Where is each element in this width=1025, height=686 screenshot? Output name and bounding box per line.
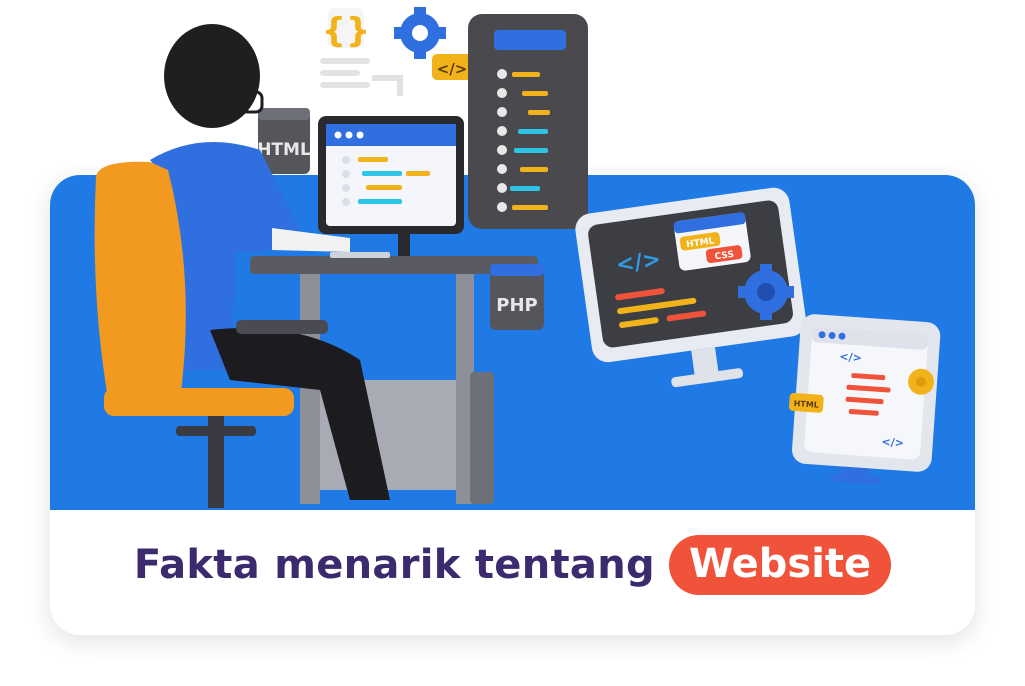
code-symbol-small: </> <box>839 350 862 365</box>
banner-title: Fakta menarik tentang Website <box>0 520 1025 610</box>
title-highlight-pill: Website <box>668 535 892 595</box>
code-icon: </> <box>432 54 472 80</box>
braces-icon: {} <box>322 8 370 51</box>
braces-symbol: {} <box>322 11 370 51</box>
php-tag-panel: PHP <box>490 264 544 330</box>
gear-icon <box>394 7 446 59</box>
code-symbol: </> <box>437 60 468 78</box>
code-symbol-small-2: </> <box>881 435 904 450</box>
html-tag-label: HTML <box>257 140 311 160</box>
code-window-small: </> </> HTML <box>788 314 941 485</box>
html-badge-small: HTML <box>793 399 819 410</box>
code-panel-tall <box>468 14 588 229</box>
main-monitor <box>318 116 464 256</box>
title-main-text: Fakta menarik tentang <box>133 542 655 588</box>
floating-lines <box>320 58 403 96</box>
php-tag-label: PHP <box>496 295 537 316</box>
